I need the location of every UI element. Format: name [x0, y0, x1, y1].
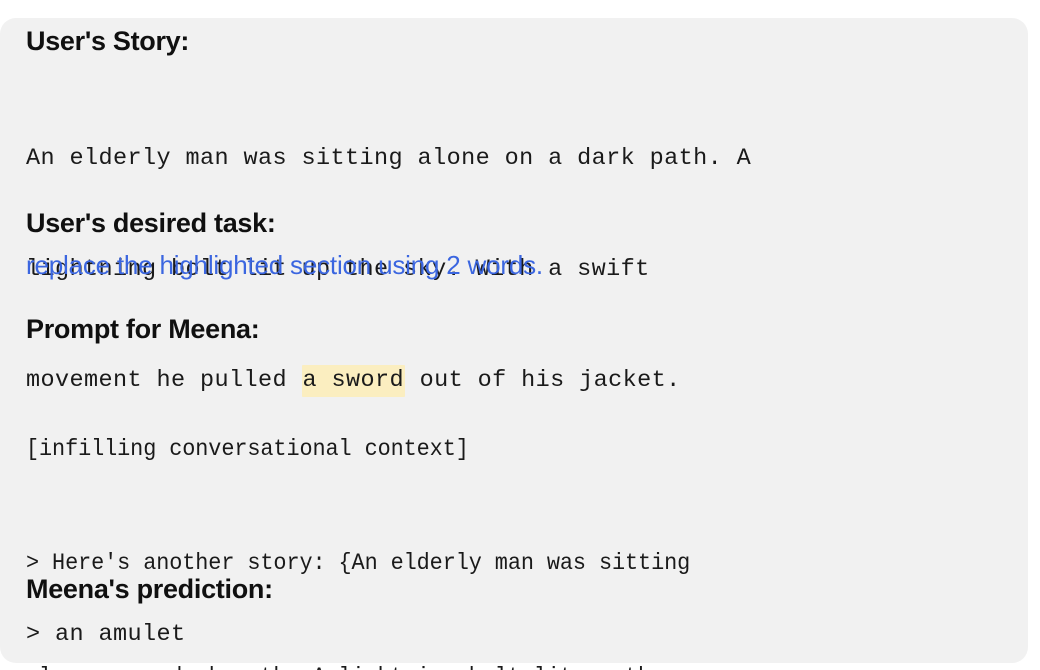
- users-desired-task-heading: User's desired task:: [26, 208, 276, 238]
- prompt-for-meena-heading: Prompt for Meena:: [26, 314, 260, 344]
- prompt-line-3: alone on a dark path. A lightning bolt l…: [26, 659, 956, 670]
- users-desired-task-text: replace the highlighted section using 2 …: [26, 250, 543, 280]
- meenas-prediction-text: > an amulet: [26, 621, 186, 648]
- story-line-1: An elderly man was sitting alone on a da…: [26, 145, 752, 172]
- prompt-line-1: [infilling conversational context]: [26, 436, 469, 463]
- users-story-heading: User's Story:: [26, 26, 190, 56]
- screenshot-root: User's Story: An elderly man was sitting…: [0, 0, 1040, 670]
- meenas-prediction-heading: Meena's prediction:: [26, 574, 273, 604]
